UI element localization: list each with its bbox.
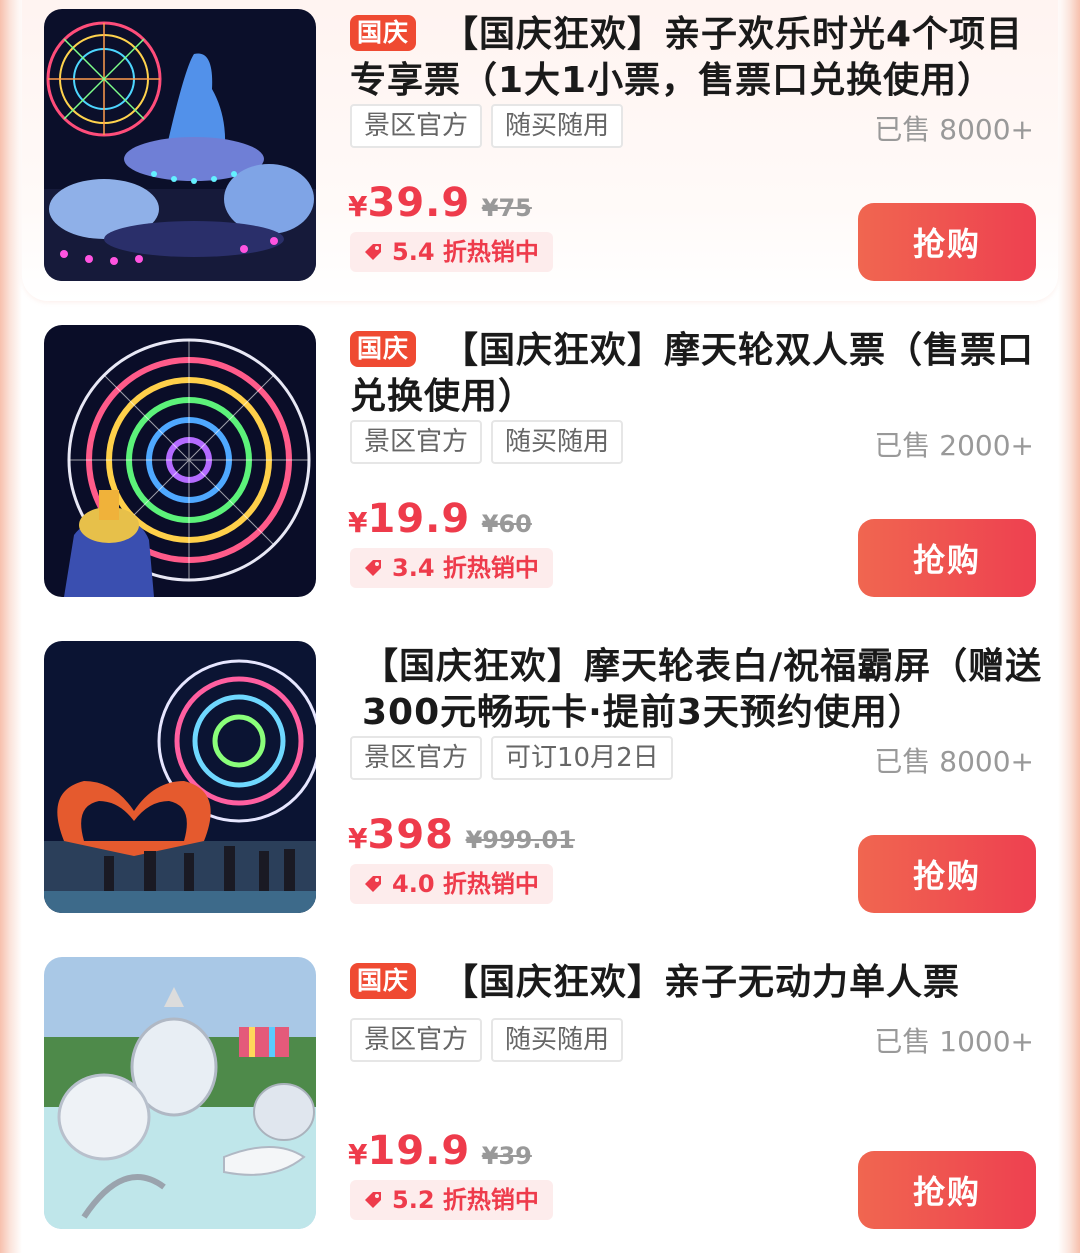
tag-chip: 景区官方 — [350, 1018, 483, 1062]
buy-button[interactable]: 抢购 — [858, 835, 1036, 913]
product-card[interactable]: 【国庆狂欢】摩天轮表白/祝福霸屏（赠送300元畅玩卡·提前3天预约使用） 景区官… — [22, 632, 1058, 932]
sale-price: 19.9 — [367, 496, 471, 542]
price-block: ¥19.9 ¥39 — [348, 1128, 532, 1174]
price-tag-icon — [365, 876, 381, 892]
original-price: ¥39 — [481, 1142, 532, 1170]
discount-badge: 5.2 折热销中 — [350, 1180, 553, 1220]
tag-chip: 景区官方 — [350, 104, 483, 148]
tag-list: 景区官方 随买随用 — [350, 420, 624, 464]
price-block: ¥398 ¥999.01 — [348, 812, 575, 858]
currency-symbol: ¥ — [348, 822, 368, 855]
original-price: ¥999.01 — [465, 826, 575, 854]
buy-button[interactable]: 抢购 — [858, 203, 1036, 281]
price-block: ¥39.9 ¥75 — [348, 180, 532, 226]
product-image[interactable] — [44, 641, 316, 913]
tag-chip: 随买随用 — [491, 420, 624, 464]
product-card[interactable]: 国庆 【国庆狂欢】亲子欢乐时光4个项目专享票（1大1小票，售票口兑换使用） 景区… — [22, 0, 1058, 301]
sale-price: 19.9 — [367, 1128, 471, 1174]
buy-button[interactable]: 抢购 — [858, 519, 1036, 597]
tag-chip: 景区官方 — [350, 420, 483, 464]
sold-count: 已售 8000+ — [874, 113, 1034, 146]
product-title[interactable]: 【国庆狂欢】摩天轮表白/祝福霸屏（赠送300元畅玩卡·提前3天预约使用） — [362, 644, 1052, 736]
original-price: ¥60 — [481, 510, 532, 538]
sale-price: 398 — [367, 812, 454, 858]
tag-chip: 随买随用 — [491, 104, 624, 148]
discount-badge: 3.4 折热销中 — [350, 548, 553, 588]
currency-symbol: ¥ — [348, 1138, 368, 1171]
buy-button[interactable]: 抢购 — [858, 1151, 1036, 1229]
sold-count: 已售 8000+ — [874, 745, 1034, 778]
price-tag-icon — [365, 1192, 381, 1208]
discount-text: 4.0 折热销中 — [392, 870, 539, 898]
product-card[interactable]: 国庆 【国庆狂欢】摩天轮双人票（售票口兑换使用） 景区官方 随买随用 已售 20… — [22, 316, 1058, 616]
discount-text: 5.4 折热销中 — [392, 238, 539, 266]
tag-list: 景区官方 可订10月2日 — [350, 736, 673, 780]
tag-list: 景区官方 随买随用 — [350, 1018, 624, 1062]
tag-chip: 景区官方 — [350, 736, 483, 780]
discount-badge: 4.0 折热销中 — [350, 864, 553, 904]
tag-list: 景区官方 随买随用 — [350, 104, 624, 148]
product-image[interactable] — [44, 9, 316, 281]
original-price: ¥75 — [481, 194, 532, 222]
discount-text: 5.2 折热销中 — [392, 1186, 539, 1214]
price-block: ¥19.9 ¥60 — [348, 496, 532, 542]
product-title[interactable]: 【国庆狂欢】亲子欢乐时光4个项目专享票（1大1小票，售票口兑换使用） — [350, 12, 1040, 104]
price-tag-icon — [365, 244, 381, 260]
product-card[interactable]: 国庆 【国庆狂欢】亲子无动力单人票 景区官方 随买随用 已售 1000+ ¥19… — [22, 948, 1058, 1248]
product-title[interactable]: 【国庆狂欢】亲子无动力单人票 — [350, 960, 1040, 1006]
product-image[interactable] — [44, 957, 316, 1229]
tag-chip: 可订10月2日 — [491, 736, 673, 780]
tag-chip: 随买随用 — [491, 1018, 624, 1062]
sold-count: 已售 2000+ — [874, 429, 1034, 462]
discount-text: 3.4 折热销中 — [392, 554, 539, 582]
currency-symbol: ¥ — [348, 506, 368, 539]
currency-symbol: ¥ — [348, 190, 368, 223]
price-tag-icon — [365, 560, 381, 576]
product-title[interactable]: 【国庆狂欢】摩天轮双人票（售票口兑换使用） — [350, 328, 1040, 420]
sold-count: 已售 1000+ — [874, 1025, 1034, 1058]
product-image[interactable] — [44, 325, 316, 597]
sale-price: 39.9 — [367, 180, 471, 226]
product-list: 国庆 【国庆狂欢】亲子欢乐时光4个项目专享票（1大1小票，售票口兑换使用） 景区… — [0, 0, 1080, 1253]
discount-badge: 5.4 折热销中 — [350, 232, 553, 272]
